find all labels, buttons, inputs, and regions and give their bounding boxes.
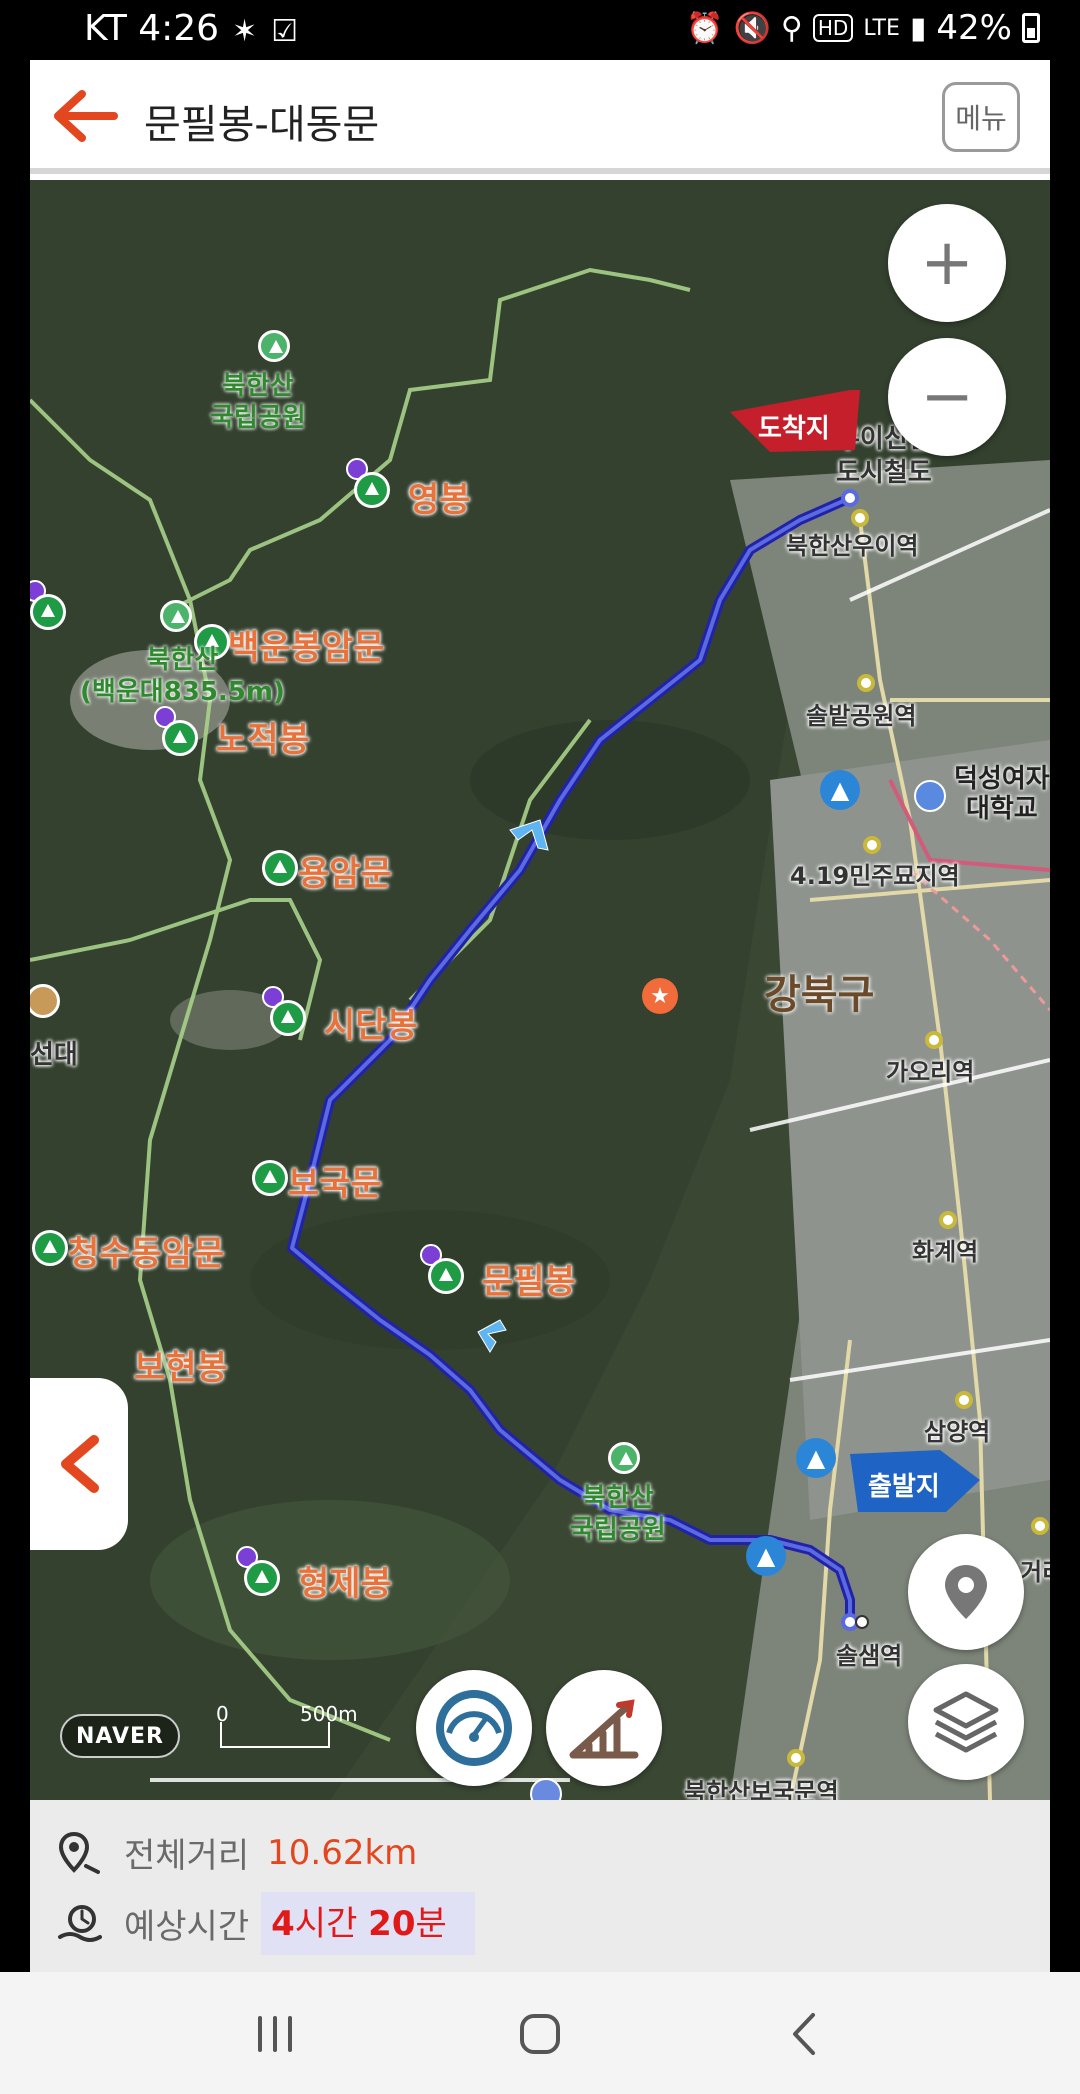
park-tree-icon[interactable]: ▲ <box>746 1536 786 1576</box>
recent-apps-icon <box>258 2016 292 2052</box>
peak-marker-icon[interactable] <box>262 850 298 886</box>
system-nav-bar <box>0 1972 1080 2094</box>
peak-label[interactable]: 용암문 <box>298 846 392 895</box>
location-pin-icon <box>945 1565 987 1619</box>
distance-row: 전체거리 10.62km <box>56 1828 417 1877</box>
park-tree-icon[interactable]: ▲ <box>820 770 860 810</box>
scale-distance-label: 500m <box>300 1702 358 1726</box>
start-flag[interactable]: 출발지 <box>850 1450 980 1524</box>
university-label[interactable]: 덕성여자 대학교 <box>954 764 1050 824</box>
back-nav-button[interactable] <box>770 2006 840 2062</box>
speedometer-button[interactable] <box>416 1670 532 1786</box>
peak-label[interactable]: 보국문 <box>288 1156 382 1205</box>
alarm-icon: ⏰ <box>686 10 724 46</box>
station-label[interactable]: 솔밭공원역 <box>806 696 916 731</box>
map-view[interactable]: 영봉 백운봉암문 노적봉 용암문 시단봉 보국문 청수동암문 문필봉 보현봉 형… <box>30 180 1050 1800</box>
peak-label[interactable]: 형제봉 <box>298 1556 392 1605</box>
peak-label[interactable]: 영봉 <box>408 472 471 521</box>
peak-label[interactable]: 문필봉 <box>482 1254 576 1303</box>
footprint-icon: ✶ <box>232 14 258 49</box>
park-tree-icon[interactable]: ▲ <box>796 1438 836 1478</box>
elevation-icon <box>569 1699 639 1759</box>
time-hours-number: 4 <box>271 1904 295 1944</box>
location-icon: ⚲ <box>780 10 803 46</box>
recent-apps-button[interactable] <box>240 2006 310 2062</box>
elevation-profile-button[interactable] <box>546 1670 662 1786</box>
peak-label[interactable]: 시단봉 <box>324 998 418 1047</box>
estimated-time-value: 4시간 20분 <box>261 1892 475 1955</box>
park-marker-icon[interactable] <box>608 1442 640 1474</box>
network-type: LTE <box>863 15 900 41</box>
poi-star-icon[interactable]: ★ <box>642 978 678 1014</box>
destination-flag-label: 도착지 <box>758 414 830 444</box>
edge-label: 거리 <box>1020 1558 1050 1586</box>
check-box-icon: ☑ <box>271 14 299 49</box>
back-button[interactable] <box>48 86 118 146</box>
distance-pin-icon <box>58 1831 100 1874</box>
side-panel-toggle[interactable] <box>30 1378 128 1550</box>
status-bar: KT 4:26 ✶ ☑ ⏰ 🔇 ⚲ HD LTE ▮ 42% <box>0 0 1080 60</box>
peak-label[interactable]: 청수동암문 <box>68 1226 224 1275</box>
route-summary: 전체거리 10.62km 예상시간 4시간 20분 <box>30 1800 1050 1972</box>
park-marker-icon[interactable] <box>160 600 192 632</box>
my-location-button[interactable] <box>908 1534 1024 1650</box>
peak-marker-icon[interactable] <box>244 1560 280 1596</box>
peak-label[interactable]: 노적봉 <box>216 712 310 761</box>
battery-icon <box>1022 13 1040 43</box>
speedometer-icon <box>436 1690 512 1766</box>
home-button[interactable] <box>505 2006 575 2062</box>
layers-icon <box>933 1691 999 1753</box>
station-label[interactable]: 가오리역 <box>886 1052 974 1087</box>
station-label[interactable]: 북한산보국문역 <box>684 1772 839 1800</box>
hd-icon: HD <box>812 14 854 42</box>
distance-label: 전체거리 <box>124 1836 250 1876</box>
edge-label: 선대 <box>30 1040 78 1070</box>
time-minutes-unit: 분 <box>415 1904 447 1944</box>
peak-label[interactable]: 보현봉 <box>134 1340 228 1389</box>
chevron-left-icon <box>61 1435 99 1493</box>
back-chevron-icon <box>793 2013 815 2055</box>
naver-logo: NAVER <box>60 1714 180 1758</box>
distance-value: 10.62km <box>267 1832 418 1873</box>
peak-marker-icon[interactable] <box>354 472 390 508</box>
app-frame: 문필봉-대동문 메뉴 영봉 백운봉암문 노적봉 용암문 시단봉 보국문 청수동암… <box>30 60 1050 1972</box>
signal-icon: ▮ <box>909 10 927 46</box>
start-flag-label: 출발지 <box>868 1472 940 1502</box>
summit-label: 북한산 (백운대835.5m) <box>80 645 285 707</box>
station-label[interactable]: 삼양역 <box>924 1412 990 1447</box>
station-label[interactable]: 솔샘역 <box>836 1636 902 1671</box>
battery-percent: 42% <box>936 8 1012 48</box>
time-label: 예상시간 <box>124 1907 250 1947</box>
station-label[interactable]: 북한산우이역 <box>786 526 918 561</box>
menu-button[interactable]: 메뉴 <box>942 82 1020 152</box>
mute-icon: 🔇 <box>733 10 771 46</box>
peak-marker-icon[interactable] <box>252 1160 288 1196</box>
peak-marker-icon[interactable] <box>428 1258 464 1294</box>
map-layers-button[interactable] <box>908 1664 1024 1780</box>
university-icon[interactable] <box>914 780 946 812</box>
zoom-in-button[interactable]: + <box>888 204 1006 322</box>
header: 문필봉-대동문 메뉴 <box>30 60 1050 174</box>
zoom-out-button[interactable]: − <box>888 338 1006 456</box>
estimated-time-icon <box>58 1904 102 1942</box>
park-label: 북한산 국립공원 <box>210 371 306 433</box>
time-row: 예상시간 4시간 20분 <box>56 1892 475 1955</box>
destination-flag[interactable]: 도착지 <box>730 390 860 464</box>
park-label: 북한산 국립공원 <box>570 1483 666 1545</box>
peak-marker-icon[interactable] <box>32 1230 68 1266</box>
district-label: 강북구 <box>764 972 875 1018</box>
station-label[interactable]: 화계역 <box>912 1232 978 1267</box>
home-icon <box>520 2014 560 2054</box>
park-marker-icon[interactable] <box>258 330 290 362</box>
page-title: 문필봉-대동문 <box>144 102 380 148</box>
back-arrow-icon <box>54 90 118 142</box>
station-label[interactable]: 4.19민주묘지역 <box>790 856 960 891</box>
peak-marker-icon[interactable] <box>270 1000 306 1036</box>
peak-marker-icon[interactable] <box>30 594 66 630</box>
time-minutes-number: 20 <box>368 1904 416 1944</box>
time-hours-unit: 시간 <box>294 1904 358 1944</box>
status-carrier-time: KT 4:26 <box>84 8 220 49</box>
peak-marker-icon[interactable] <box>162 720 198 756</box>
